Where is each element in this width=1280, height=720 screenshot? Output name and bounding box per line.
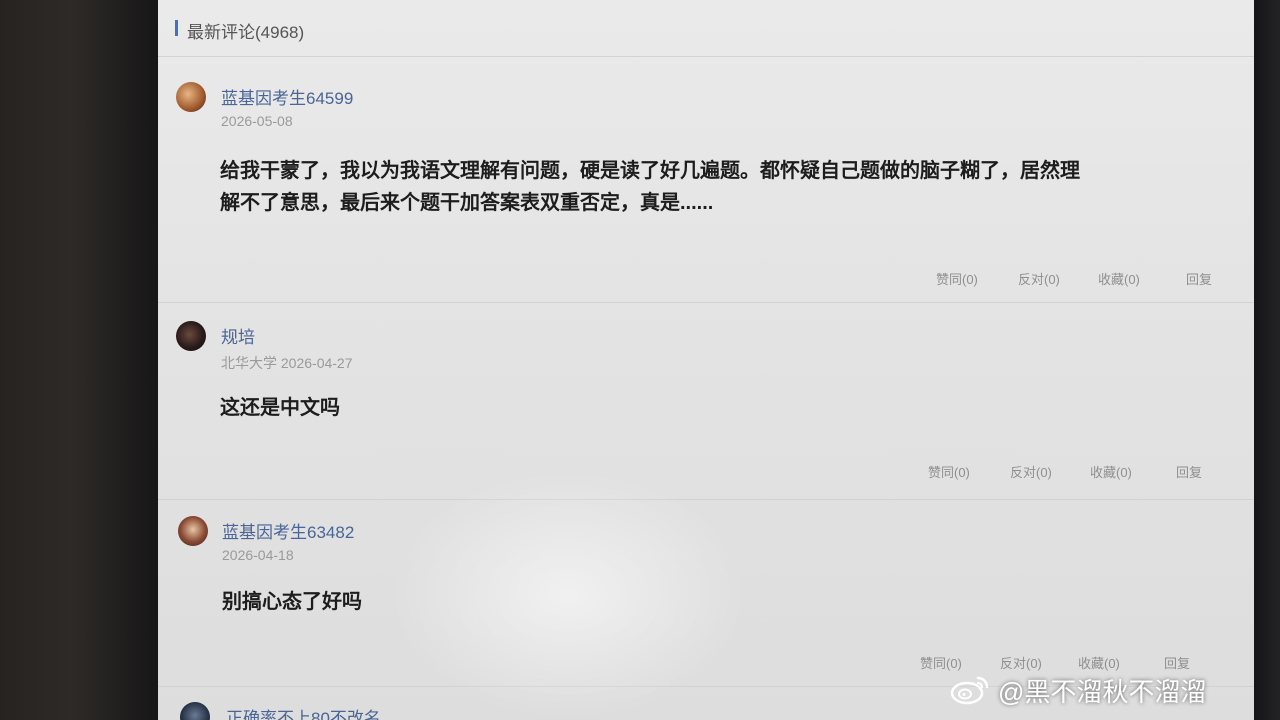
user-avatar[interactable]: [176, 321, 206, 351]
device-bezel-right: [1252, 0, 1280, 720]
comment-username[interactable]: 蓝基因考生64599: [221, 84, 353, 109]
comment-school-date: 北华大学 2026-04-27: [221, 355, 353, 371]
comment-divider: [158, 302, 1254, 303]
comment-date: 2026-04-18: [222, 547, 294, 563]
comment-date: 2026-05-08: [221, 113, 293, 129]
like-button[interactable]: 赞同(0): [928, 462, 970, 481]
oppose-button[interactable]: 反对(0): [1018, 269, 1060, 288]
user-avatar[interactable]: [180, 702, 210, 720]
comment-divider: [158, 499, 1254, 500]
weibo-icon: [950, 676, 989, 705]
comment-username[interactable]: 蓝基因考生63482: [222, 518, 354, 543]
collect-button[interactable]: 收藏(0): [1090, 462, 1132, 481]
comments-title: 最新评论(4968): [187, 23, 305, 42]
comment-item: 蓝基因考生64599 2026-05-08 给我干蒙了，我以为我语文理解有问题，…: [158, 57, 1254, 303]
watermark: @黑不溜秋不溜溜: [950, 670, 1270, 710]
comment-item: 规培 北华大学 2026-04-27 这还是中文吗 赞同(0) 反对(0) 收藏…: [158, 304, 1254, 500]
user-avatar[interactable]: [176, 82, 206, 112]
reply-button[interactable]: 回复: [1176, 462, 1202, 481]
comment-page: 最新评论(4968) 蓝基因考生64599 2026-05-08 给我干蒙了，我…: [158, 0, 1254, 720]
watermark-text: @黑不溜秋不溜溜: [998, 677, 1207, 707]
comment-body-line: 解不了意思，最后来个题干加答案表双重否定，真是......: [220, 192, 714, 214]
comment-body: 给我干蒙了，我以为我语文理解有问题，硬是读了好几遍题。都怀疑自己题做的脑子糊了，…: [220, 155, 1220, 219]
like-button[interactable]: 赞同(0): [936, 269, 978, 288]
collect-button[interactable]: 收藏(0): [1098, 269, 1140, 288]
comment-body: 这还是中文吗: [220, 397, 340, 419]
reply-button[interactable]: 回复: [1186, 269, 1212, 288]
oppose-button[interactable]: 反对(0): [1010, 462, 1052, 481]
comment-body: 别搞心态了好吗: [222, 591, 362, 613]
comments-header: 最新评论(4968): [158, 0, 1254, 57]
comment-username[interactable]: 规培: [221, 323, 255, 348]
comment-item: 蓝基因考生63482 2026-04-18 别搞心态了好吗 赞同(0) 反对(0…: [158, 501, 1254, 687]
user-avatar[interactable]: [178, 516, 208, 546]
comment-body-line: 给我干蒙了，我以为我语文理解有问题，硬是读了好几遍题。都怀疑自己题做的脑子糊了，…: [220, 160, 1080, 182]
device-bezel-left: [0, 0, 160, 720]
header-accent-bar: [175, 20, 178, 36]
comment-username[interactable]: 正确率不上80不改名: [226, 704, 381, 720]
